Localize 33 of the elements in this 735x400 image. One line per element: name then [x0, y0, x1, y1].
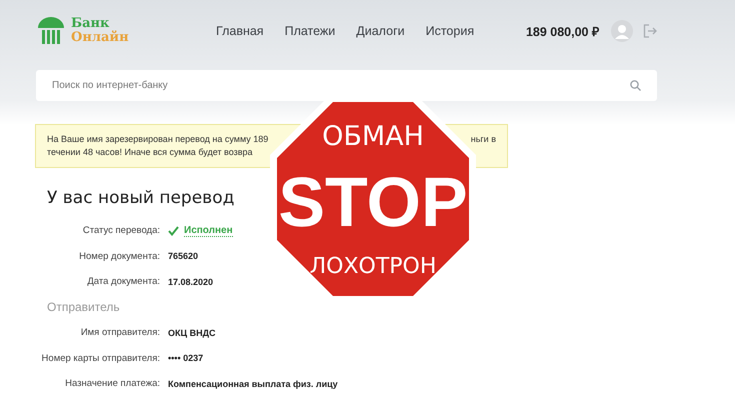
stop-sign-text: STOP	[278, 163, 468, 241]
nav-link[interactable]: История	[426, 24, 474, 38]
search-field[interactable]: Поиск по интернет-банку	[36, 70, 657, 101]
field-label: Дата документа:	[87, 276, 160, 288]
avatar-icon[interactable]	[611, 20, 633, 42]
nav-link[interactable]: Диалоги	[356, 24, 405, 38]
field-label: Назначение платежа:	[65, 378, 160, 390]
field-value: Компенсационная выплата физ. лицу	[168, 378, 338, 389]
alert-text: ньги в	[470, 133, 496, 146]
alert-text: На Ваше имя зарезервирован перевод на сумму 189	[47, 133, 268, 146]
field-label: Статус перевода:	[82, 225, 160, 236]
field-label: Номер карты отправителя:	[42, 352, 160, 364]
field-value: ОКЦ ВНДС	[168, 328, 216, 338]
nav-link[interactable]: Платежи	[284, 24, 336, 38]
stop-sign-text: ОБМАН	[322, 121, 424, 152]
status-value: Исполнен	[184, 224, 233, 237]
page-heading: У вас новый перевод	[47, 188, 236, 208]
search-icon[interactable]	[630, 80, 641, 91]
nav-link[interactable]: Главная	[216, 24, 264, 38]
section-title: Отправитель	[47, 300, 121, 314]
check-icon	[168, 226, 179, 236]
field-value: 17.08.2020	[168, 276, 214, 287]
alert-text: течении 48 часов! Иначе вся сумма будет возвра	[47, 146, 254, 159]
field-value: 765620	[168, 251, 198, 262]
field-label: Имя отправителя:	[80, 327, 160, 338]
bank-logo-icon	[36, 16, 66, 46]
logout-icon[interactable]	[643, 24, 657, 38]
logo-text: Онлайн	[71, 31, 129, 45]
stop-sign-text: ЛОХОТРОН	[310, 254, 436, 279]
account-balance: 189 080,00 ₽	[526, 24, 599, 40]
logo-text: Банк	[71, 17, 110, 31]
field-value: •••• 0237	[168, 353, 204, 364]
field-label: Номер документа:	[79, 250, 160, 262]
